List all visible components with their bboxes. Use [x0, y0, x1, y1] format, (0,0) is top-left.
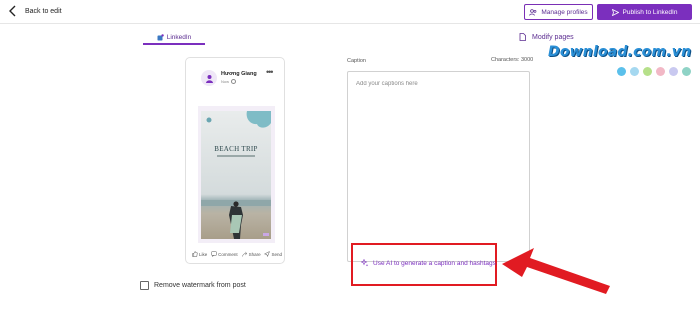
share-icon [241, 251, 247, 257]
back-label: Back to edit [25, 7, 62, 15]
ai-generate-caption-link[interactable]: Use AI to generate a caption and hashtag… [361, 259, 496, 267]
caption-label: Caption [347, 58, 366, 64]
post-preview-card: Hương Giang Now ••• BEACH TRIP Like Comm… [185, 57, 285, 264]
linkedin-icon [157, 33, 164, 40]
globe-icon [231, 79, 236, 84]
tab-linkedin[interactable]: LinkedIn [143, 31, 205, 45]
modify-pages-label: Modify pages [532, 33, 574, 41]
share-action[interactable]: Share [241, 251, 261, 257]
avatar [201, 70, 217, 86]
remove-watermark-option[interactable]: Remove watermark from post [140, 281, 246, 290]
remove-watermark-checkbox[interactable] [140, 281, 149, 290]
watermark-dot [630, 67, 639, 76]
beach-trip-design: BEACH TRIP [201, 111, 271, 239]
share-label: Share [248, 251, 261, 257]
manage-profiles-label: Manage profiles [541, 8, 588, 16]
ai-link-label: Use AI to generate a caption and hashtag… [373, 259, 496, 267]
top-bar: Back to edit Manage profiles Publish to … [0, 0, 700, 24]
send-label: Send [271, 251, 282, 257]
like-icon [192, 251, 198, 257]
image-subtitle-bar [217, 155, 255, 157]
like-action[interactable]: Like [192, 251, 207, 257]
post-actions: Like Comment Share Send [192, 251, 282, 257]
watermark-dot [669, 67, 678, 76]
page-icon [519, 33, 526, 41]
post-image: BEACH TRIP [198, 106, 275, 243]
people-icon [529, 8, 537, 16]
beach-photo [201, 111, 271, 239]
modify-pages-button[interactable]: Modify pages [519, 33, 574, 41]
publish-to-linkedin-button[interactable]: Publish to LinkedIn [597, 4, 692, 20]
post-time: Now [221, 79, 230, 84]
watermark-dot [643, 67, 652, 76]
more-options-icon[interactable]: ••• [266, 67, 274, 77]
watermark-dot [682, 67, 691, 76]
watermark-dot [617, 67, 626, 76]
post-author: Hương Giang [221, 71, 257, 77]
comment-icon [211, 251, 217, 257]
like-label: Like [199, 251, 208, 257]
download-watermark-logo: Download.com.vn [548, 44, 692, 60]
send-action[interactable]: Send [264, 251, 282, 257]
comment-action[interactable]: Comment [211, 251, 238, 257]
person-icon [205, 74, 213, 83]
chevron-left-icon [9, 5, 16, 17]
caption-input[interactable] [356, 81, 521, 87]
comment-label: Comment [218, 251, 238, 257]
publish-label: Publish to LinkedIn [622, 8, 678, 16]
image-title: BEACH TRIP [214, 145, 258, 153]
sparkle-icon [361, 259, 369, 267]
character-count: Characters: 3000 [491, 57, 534, 63]
watermark-dots [617, 67, 691, 76]
caption-textarea-box[interactable] [347, 71, 530, 262]
manage-profiles-button[interactable]: Manage profiles [524, 4, 593, 20]
send-icon [611, 8, 619, 16]
tab-linkedin-label: LinkedIn [166, 33, 192, 41]
remove-watermark-label: Remove watermark from post [154, 282, 246, 289]
back-to-edit-button[interactable]: Back to edit [8, 5, 62, 17]
send-icon [264, 251, 271, 257]
watermark-dot [656, 67, 665, 76]
red-arrow-annotation [502, 248, 610, 294]
